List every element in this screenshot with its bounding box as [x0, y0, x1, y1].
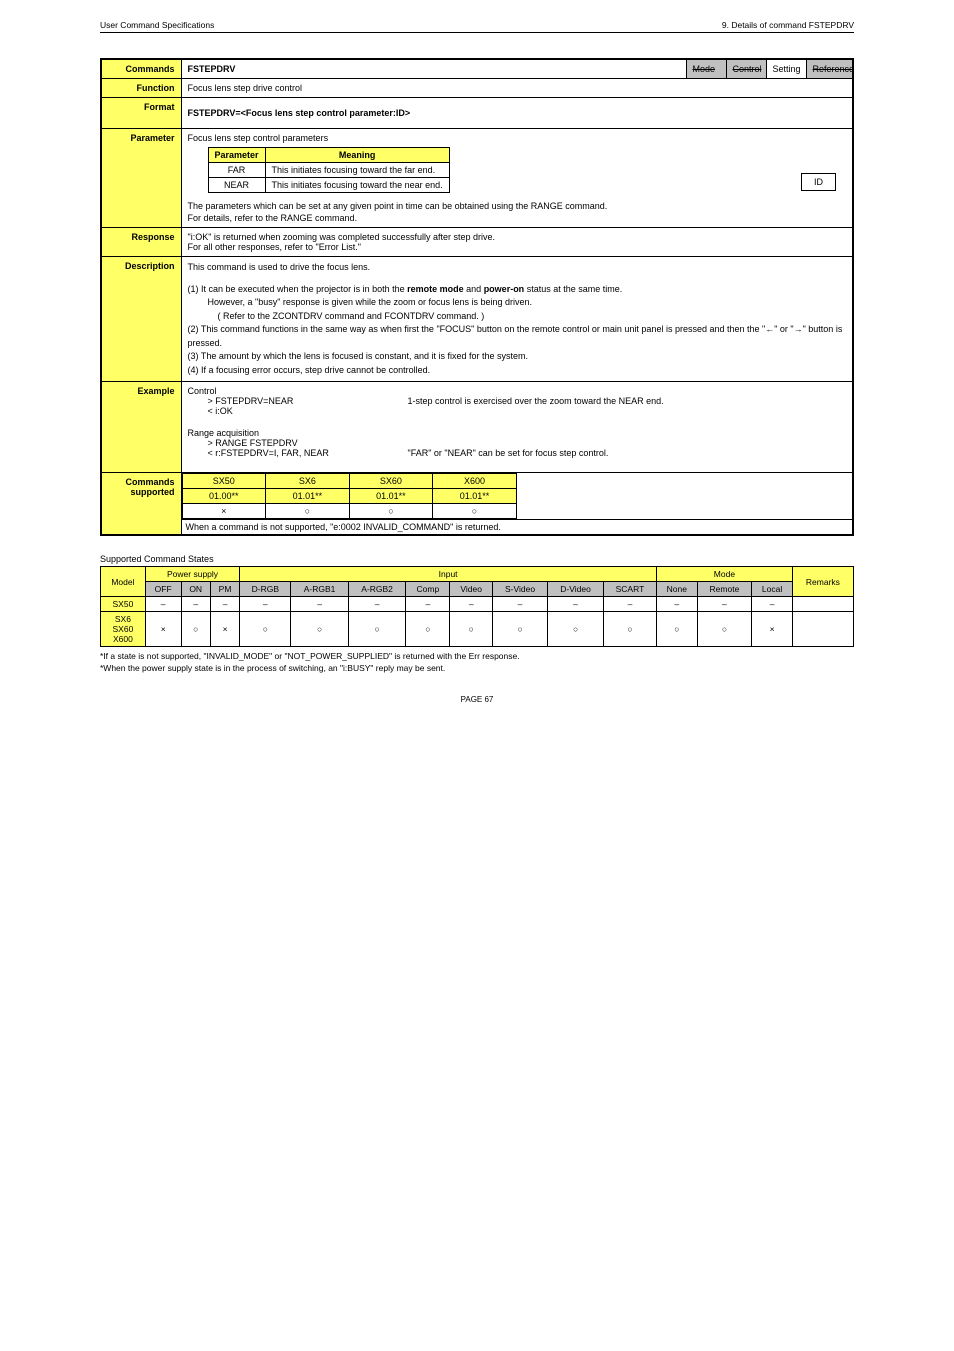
cmd-supp-body: SX50 SX6 SX60 X600 01.00** 01.01** 01.01… [181, 473, 853, 536]
function-text: Focus lens step drive control [181, 79, 853, 98]
param-table: ParameterMeaning FARThis initiates focus… [208, 147, 450, 193]
badge-mode: Mode [686, 59, 726, 79]
example-r2: < r:FSTEPDRV=I, FAR, NEAR [208, 448, 408, 458]
example-note1: 1-step control is exercised over the zoo… [408, 396, 847, 416]
param-r1p: FAR [208, 163, 265, 178]
response-l1: "i:OK" is returned when zooming was comp… [188, 232, 847, 242]
cmd-supp-note: When a command is not supported, "e:0002… [182, 519, 853, 534]
example-r1: > RANGE FSTEPDRV [208, 438, 408, 448]
param-post1: The parameters which can be set at any g… [188, 201, 847, 211]
example-c1: > FSTEPDRV=NEAR [208, 396, 408, 406]
foot2: *When the power supply state is in the p… [100, 663, 854, 675]
example-body: Control > FSTEPDRV=NEAR < i:OK 1-step co… [181, 382, 853, 473]
command-title: FSTEPDRV [181, 59, 686, 79]
foot1: *If a state is not supported, "INVALID_M… [100, 651, 854, 663]
cmd-supp-table: SX50 SX6 SX60 X600 01.00** 01.01** 01.01… [182, 473, 517, 519]
badge-setting: Setting [766, 59, 806, 79]
header-left: User Command Specifications [100, 20, 214, 30]
label-function: Function [101, 79, 181, 98]
label-description: Description [101, 257, 181, 382]
param-r1m: This initiates focusing toward the far e… [265, 163, 449, 178]
desc-l2: (2) This command functions in the same w… [188, 323, 847, 350]
label-commands-supported: Commands supported [101, 473, 181, 536]
example-c2: < i:OK [208, 406, 408, 416]
page-header: User Command Specifications 9. Details o… [100, 20, 854, 33]
param-hdr-p: Parameter [208, 148, 265, 163]
label-parameter: Parameter [101, 129, 181, 228]
desc-l1g: ( Refer to the ZCONTDRV command and FCON… [218, 310, 847, 324]
label-example: Example [101, 382, 181, 473]
description-body: This command is used to drive the focus … [181, 257, 853, 382]
example-ctrl: Control [188, 386, 847, 396]
table-row: SX6 SX60 X600 ×○× ○○○ ○○○ ○○○ ○× [101, 612, 854, 647]
footnotes: *If a state is not supported, "INVALID_M… [100, 651, 854, 675]
param-post2: For details, refer to the RANGE command. [188, 213, 847, 223]
page-number: PAGE 67 [100, 695, 854, 704]
table-row: SX50 ––– ––– ––– ––– –– [101, 597, 854, 612]
format-text: FSTEPDRV=<Focus lens step control parame… [181, 98, 853, 129]
states-title: Supported Command States [100, 554, 854, 564]
label-commands: Commands [101, 59, 181, 79]
header-right: 9. Details of command FSTEPDRV [722, 20, 854, 30]
states-table: Model Power supply Input Mode Remarks OF… [100, 566, 854, 647]
response-body: "i:OK" is returned when zooming was comp… [181, 228, 853, 257]
command-spec-table: Commands FSTEPDRV Mode Control Setting R… [100, 58, 854, 536]
id-box: ID [801, 173, 836, 191]
response-l2: For all other responses, refer to "Error… [188, 242, 847, 252]
label-format: Format [101, 98, 181, 129]
desc-l1: (1) It can be executed when the projecto… [188, 283, 847, 297]
badge-reference: Reference [806, 59, 853, 79]
desc-l0: This command is used to drive the focus … [188, 261, 847, 275]
example-range-t: Range acquisition [188, 428, 847, 438]
desc-l3: (3) The amount by which the lens is focu… [188, 350, 847, 364]
desc-l1f: However, a "busy" response is given whil… [208, 296, 847, 310]
desc-l4: (4) If a focusing error occurs, step dri… [188, 364, 847, 378]
param-hdr-m: Meaning [265, 148, 449, 163]
param-r2p: NEAR [208, 178, 265, 193]
example-note2: "FAR" or "NEAR" can be set for focus ste… [408, 438, 847, 458]
badge-control: Control [726, 59, 766, 79]
param-intro: Focus lens step control parameters [188, 133, 847, 143]
param-r2m: This initiates focusing toward the near … [265, 178, 449, 193]
label-response: Response [101, 228, 181, 257]
parameter-body: Focus lens step control parameters ID Pa… [181, 129, 853, 228]
